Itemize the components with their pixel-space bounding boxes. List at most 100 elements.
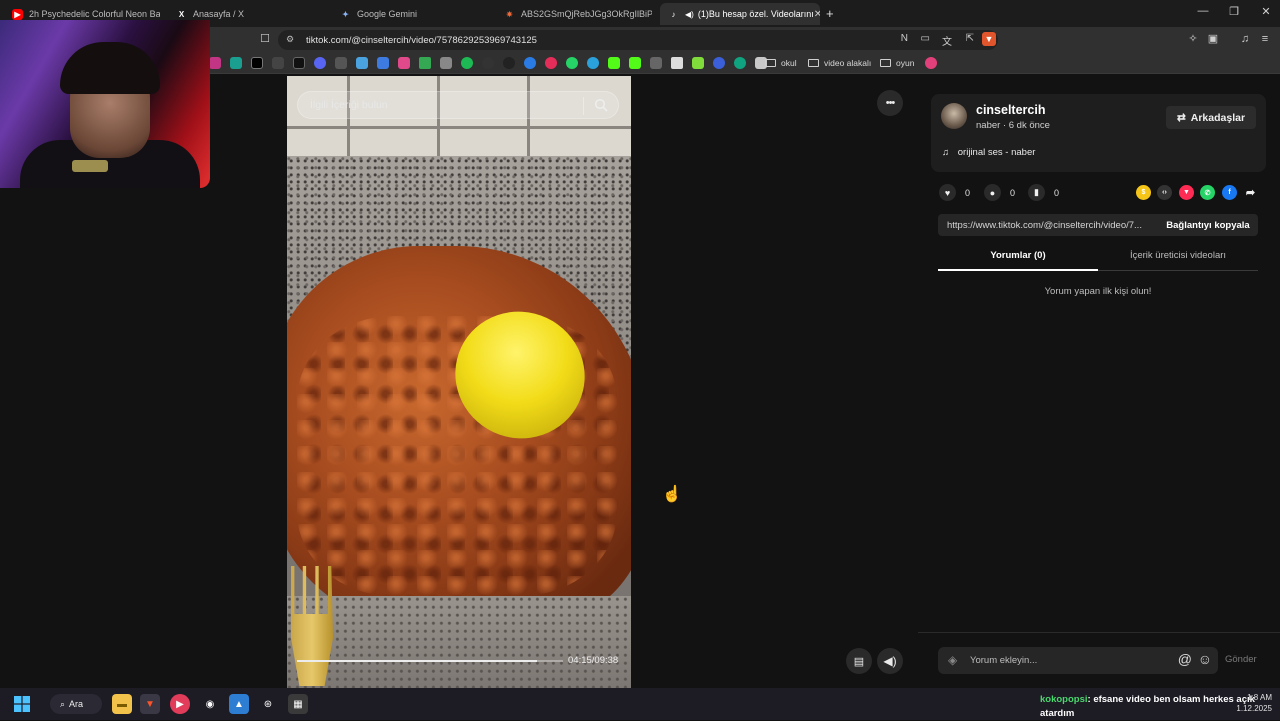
tab-title: Google Gemini: [357, 9, 418, 19]
folder-label: video alakalı: [824, 58, 872, 68]
like-button[interactable]: ♥ 0: [939, 184, 970, 201]
tab-tiktok[interactable]: ♪ ◀) (1)Bu hesap özel. Videolarını ✕: [660, 3, 820, 25]
discord-icon[interactable]: [314, 57, 326, 69]
media-player-icon[interactable]: ▶: [170, 694, 190, 714]
chatgpt-icon[interactable]: [734, 57, 746, 69]
bookmark-link-icon[interactable]: [524, 57, 536, 69]
facebook-icon[interactable]: f: [1222, 185, 1237, 200]
bookmark-link-icon[interactable]: [650, 57, 662, 69]
avatar[interactable]: [941, 103, 967, 129]
bookmark-link-icon[interactable]: [503, 57, 515, 69]
bookmark-link-icon[interactable]: [440, 57, 452, 69]
miniplayer-button[interactable]: ▤: [846, 648, 872, 674]
music-info[interactable]: ♫ orijinal ses - naber: [942, 147, 1035, 158]
volume-button[interactable]: ◀): [877, 648, 903, 674]
coin-icon[interactable]: $: [1136, 185, 1151, 200]
translate-icon[interactable]: 文: [942, 33, 952, 48]
x-bookmark-icon[interactable]: [251, 57, 263, 69]
tab-close-icon[interactable]: ✕: [814, 9, 820, 20]
taskbar-search[interactable]: ⌕ Ara: [50, 694, 102, 714]
whatsapp-icon[interactable]: [566, 57, 578, 69]
share-icon[interactable]: ⇱: [966, 33, 974, 44]
comment-button[interactable]: ● 0: [984, 184, 1015, 201]
bookmark-link-icon[interactable]: [671, 57, 683, 69]
music-note-icon: ♫: [942, 147, 950, 158]
telegram-icon[interactable]: [587, 57, 599, 69]
bookmark-link-icon[interactable]: [377, 57, 389, 69]
copy-link-button[interactable]: Bağlantıyı kopyala: [1158, 214, 1258, 236]
media-icon[interactable]: ♫: [1238, 32, 1252, 46]
bookmark-link-icon[interactable]: [925, 57, 937, 69]
spotify-icon[interactable]: [461, 57, 473, 69]
obs-icon[interactable]: ◉: [200, 694, 220, 714]
drive-icon[interactable]: [419, 57, 431, 69]
tiktok-bookmark-icon[interactable]: [293, 57, 305, 69]
bookmark-link-icon[interactable]: [482, 57, 494, 69]
mention-icon[interactable]: @: [1178, 651, 1192, 667]
tab-abs[interactable]: ✷ ABS2GSmQjRebJGg3OkRgIlBiPG9Wi: [496, 3, 652, 25]
kick-icon[interactable]: [629, 57, 641, 69]
cast-icon[interactable]: ▭: [921, 33, 930, 44]
file-explorer-icon[interactable]: ▬: [112, 694, 132, 714]
new-tab-button[interactable]: +: [826, 6, 834, 21]
system-clock[interactable]: 1:8 AM 1.12.2025: [1232, 692, 1272, 714]
send-icon[interactable]: ▼: [1179, 185, 1194, 200]
extensions-icon[interactable]: ✧: [1186, 32, 1200, 46]
kick-icon[interactable]: [608, 57, 620, 69]
bookmark-link-icon[interactable]: [335, 57, 347, 69]
tab-comments[interactable]: Yorumlar (0): [938, 250, 1098, 270]
video-search-input[interactable]: İlgili İçeriği bulun: [297, 91, 619, 119]
video-player[interactable]: [287, 76, 631, 688]
gemini-icon: ✦: [342, 9, 349, 19]
friends-button[interactable]: ⇄ Arkadaşlar: [1166, 106, 1256, 129]
bookmark-app-icon[interactable]: [230, 57, 242, 69]
windows-start-icon[interactable]: [12, 694, 32, 714]
emoji-icon[interactable]: ☺: [1198, 651, 1212, 667]
video-progress-bar[interactable]: [297, 660, 563, 662]
bookmark-link-icon[interactable]: [692, 57, 704, 69]
photos-icon[interactable]: ▲: [229, 694, 249, 714]
miniplayer-icon: ▤: [853, 655, 865, 668]
bookmark-link-icon[interactable]: [545, 57, 557, 69]
bookmark-icon[interactable]: ☐: [258, 32, 272, 46]
search-icon[interactable]: [594, 98, 608, 112]
brave-shield-icon[interactable]: ▼: [982, 32, 996, 46]
address-bar[interactable]: ⚙ tiktok.com/@cinseltercih/video/7578629…: [278, 30, 998, 50]
video-time: 04:15/09:38: [568, 655, 619, 666]
no-translate-icon[interactable]: N: [901, 33, 908, 44]
bookmark-folder-video[interactable]: video alakalı: [808, 56, 871, 70]
bookmark-folder-okul[interactable]: okul: [765, 56, 797, 70]
bookmark-link-icon[interactable]: [398, 57, 410, 69]
wallet-icon[interactable]: ▣: [1206, 32, 1220, 46]
bookmark-link-icon[interactable]: [272, 57, 284, 69]
bookmark-folder-oyun[interactable]: oyun: [880, 56, 914, 70]
save-button[interactable]: ▮ 0: [1028, 184, 1059, 201]
webcam-person-hair: [60, 42, 160, 94]
calculator-icon[interactable]: ▦: [288, 694, 308, 714]
tab-gemini[interactable]: ✦ Google Gemini: [332, 3, 492, 25]
whatsapp-share-icon[interactable]: ✆: [1200, 185, 1215, 200]
more-options-button[interactable]: •••: [877, 90, 903, 116]
comment-input[interactable]: ◈ Yorum ekleyin... @ ☺: [938, 647, 1218, 674]
folder-icon: [880, 59, 891, 67]
tab-creator-videos[interactable]: İçerik üreticisi videoları: [1098, 250, 1258, 270]
bookmark-link-icon[interactable]: [713, 57, 725, 69]
close-window-button[interactable]: ✕: [1250, 5, 1280, 18]
embed-icon[interactable]: ‹›: [1157, 185, 1172, 200]
send-button[interactable]: Gönder: [1225, 654, 1257, 665]
author-name[interactable]: cinseltercih: [976, 103, 1045, 117]
instagram-icon[interactable]: [209, 57, 221, 69]
menu-icon[interactable]: ≡: [1258, 32, 1272, 46]
swap-icon: ⇄: [1176, 111, 1186, 124]
share-arrow-icon[interactable]: ➦: [1243, 185, 1258, 200]
restore-button[interactable]: ❐: [1218, 5, 1250, 18]
url-text: tiktok.com/@cinseltercih/video/757862925…: [306, 34, 537, 46]
friends-label: Arkadaşlar: [1190, 111, 1246, 124]
active-tab-indicator: [938, 269, 1098, 271]
brave-browser-icon[interactable]: ▼: [140, 694, 160, 714]
sticker-icon[interactable]: ◈: [948, 653, 957, 667]
steam-icon[interactable]: ⊛: [258, 694, 278, 714]
minimize-button[interactable]: —: [1187, 5, 1219, 17]
site-info-icon[interactable]: ⚙: [286, 34, 294, 45]
bookmark-link-icon[interactable]: [356, 57, 368, 69]
